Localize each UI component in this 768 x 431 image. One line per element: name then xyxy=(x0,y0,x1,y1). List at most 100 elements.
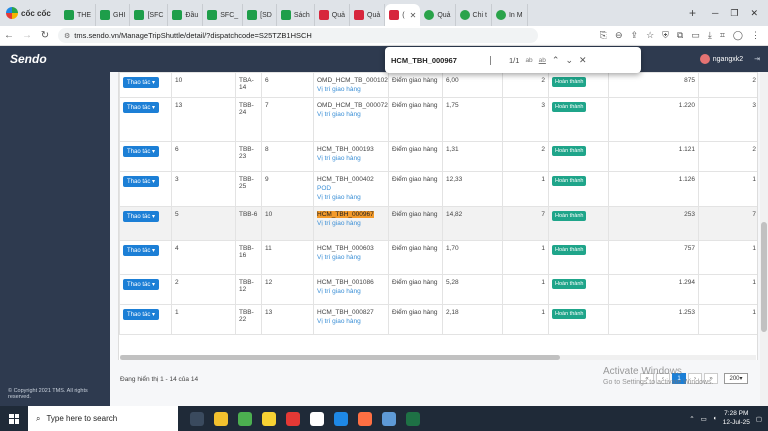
notifications-icon[interactable]: ▢ xyxy=(756,415,762,423)
action-button[interactable]: Thao tác ▾ xyxy=(123,211,160,222)
sequence-cell: 6 xyxy=(261,72,314,98)
horizontal-scroll-thumb[interactable] xyxy=(120,355,560,360)
browser-tab[interactable]: In M xyxy=(492,4,528,26)
vertical-scrollbar[interactable] xyxy=(760,72,768,406)
delivery-location-link[interactable]: Vị trí giao hàng xyxy=(317,111,385,118)
minimize-icon[interactable]: ─ xyxy=(712,8,718,19)
quantity2-cell: 1 xyxy=(698,304,757,335)
tab-favicon-icon xyxy=(134,10,145,20)
horizontal-scrollbar[interactable] xyxy=(120,355,756,360)
order-code-cell: HCM_TBH_001086 Vị trí giao hàng xyxy=(313,274,389,305)
sticky-notes-icon[interactable] xyxy=(262,411,276,426)
excel-icon[interactable] xyxy=(406,411,420,426)
browser-tab[interactable]: Đầu xyxy=(168,4,204,26)
browser-tab[interactable]: Chi t xyxy=(456,4,492,26)
sendo-logo[interactable]: Sendo xyxy=(0,52,47,66)
tray-chevron-icon[interactable]: ⌃ xyxy=(689,415,694,423)
browser-tab[interactable]: [SFC xyxy=(130,4,169,26)
action-button[interactable]: Thao tác ▾ xyxy=(123,309,160,320)
shield-icon[interactable]: ⛨ xyxy=(662,30,669,41)
action-cell: Thao tác ▾ xyxy=(119,171,172,207)
whole-word-toggle[interactable]: ab xyxy=(539,57,546,64)
zoom-icon[interactable]: ⊖ xyxy=(615,30,623,41)
tab-close-icon[interactable]: ✕ xyxy=(410,11,417,20)
sequence-cell: 9 xyxy=(261,171,314,207)
delivery-location-link[interactable]: Vị trí giao hàng xyxy=(317,220,385,227)
start-button[interactable] xyxy=(0,413,28,424)
action-button[interactable]: Thao tác ▾ xyxy=(123,245,160,256)
sidebar-icon[interactable]: ▭ xyxy=(691,30,700,41)
browser-tab[interactable]: SFC_ xyxy=(203,4,244,26)
clock[interactable]: 7:28 PM 12-Jul-25 xyxy=(723,410,750,427)
order-code-cell: HCM_TBH_000827 Vị trí giao hàng xyxy=(313,304,389,335)
edge-icon[interactable] xyxy=(334,411,348,426)
task-view-icon[interactable] xyxy=(190,411,204,426)
vertical-scroll-thumb[interactable] xyxy=(761,222,767,332)
app-red-icon[interactable] xyxy=(286,411,300,426)
action-button[interactable]: Thao tác ▾ xyxy=(123,77,160,88)
action-cell: Thao tác ▾ xyxy=(119,274,172,305)
action-button[interactable]: Thao tác ▾ xyxy=(123,146,160,157)
delivery-location-link[interactable]: Vị trí giao hàng xyxy=(317,318,385,325)
weight-cell: 1,75 xyxy=(442,97,503,142)
sidebar: © Copyright 2021 TMS. All rights reserve… xyxy=(0,72,110,406)
download-icon[interactable]: ⤓ xyxy=(708,30,712,41)
pod-link[interactable]: POD xyxy=(317,185,385,192)
network-icon[interactable]: ▭ xyxy=(701,415,707,423)
app-orange-icon[interactable] xyxy=(358,411,372,426)
profile-icon[interactable]: ◯ xyxy=(733,30,743,41)
volume-icon[interactable]: ◖ xyxy=(713,415,717,422)
delivery-location-link[interactable]: Vị trí giao hàng xyxy=(317,288,385,295)
site-info-icon[interactable]: ⚙ xyxy=(64,32,70,40)
maximize-icon[interactable]: ❐ xyxy=(730,8,738,19)
screenshot-icon[interactable]: ⌗ xyxy=(720,30,725,41)
delivery-location-link[interactable]: Vị trí giao hàng xyxy=(317,86,385,93)
action-button[interactable]: Thao tác ▾ xyxy=(123,279,160,290)
chevron-down-icon[interactable]: ⌄ xyxy=(565,55,573,66)
reload-icon[interactable]: ↻ xyxy=(36,30,54,41)
translate-icon[interactable]: ⎘ xyxy=(600,30,607,41)
url-field[interactable]: ⚙ tms.sendo.vn/ManageTripShuttle/detail/… xyxy=(58,28,538,43)
forward-icon[interactable]: → xyxy=(18,30,36,41)
action-button[interactable]: Thao tác ▾ xyxy=(123,102,160,113)
share-icon[interactable]: ⇪ xyxy=(631,30,639,41)
logout-icon[interactable]: ⇥ xyxy=(754,55,760,63)
stt-cell: 5 xyxy=(171,206,236,241)
tab-favicon-icon xyxy=(64,10,74,20)
browser-tab[interactable]: Quả xyxy=(350,4,386,26)
new-tab-icon[interactable]: + xyxy=(683,6,702,20)
user-menu[interactable]: ngangxk2 ⇥ xyxy=(699,54,768,64)
coccoc-taskbar-icon[interactable] xyxy=(238,411,252,426)
delivery-location-link[interactable]: Vị trí giao hàng xyxy=(317,155,385,162)
bag-code-cell: TBB-25 xyxy=(235,171,262,207)
close-icon[interactable]: ✕ xyxy=(579,55,587,66)
browser-tab[interactable]: [SD xyxy=(243,4,277,26)
browser-tab[interactable]: GHI xyxy=(96,4,131,26)
bookmark-icon[interactable]: ☆ xyxy=(646,30,654,41)
find-input[interactable]: HCM_TBH_000967 xyxy=(391,55,491,65)
back-icon[interactable]: ← xyxy=(0,30,18,41)
taskbar-search[interactable]: ⌕ Type here to search xyxy=(28,406,178,431)
delivery-location-link[interactable]: Vị trí giao hàng xyxy=(317,194,385,201)
app-white-icon[interactable] xyxy=(310,411,324,426)
chevron-up-icon[interactable]: ⌃ xyxy=(552,55,560,66)
close-window-icon[interactable]: ✕ xyxy=(750,8,758,19)
browser-tab[interactable]: Quả xyxy=(420,4,456,26)
action-cell: Thao tác ▾ xyxy=(119,97,172,142)
order-code: OMD_HCM_TB_000072 xyxy=(317,102,388,109)
browser-tab[interactable]: (✕ xyxy=(385,4,421,26)
browser-tab[interactable]: Quả xyxy=(315,4,351,26)
page-size-select[interactable]: 200 ▾ xyxy=(724,373,748,384)
extensions-icon[interactable]: ⧉ xyxy=(677,30,683,41)
delivery-location-link[interactable]: Vị trí giao hàng xyxy=(317,254,385,261)
watermark-subtitle: Go to Settings to activate Windows. xyxy=(603,379,714,386)
file-explorer-icon[interactable] xyxy=(214,411,228,426)
browser-tab[interactable]: Sách xyxy=(277,4,315,26)
menu-icon[interactable]: ⋮ xyxy=(751,30,760,41)
match-case-toggle[interactable]: ab xyxy=(525,57,532,64)
order-code-cell: OMD_HCM_TB_000102 Vị trí giao hàng xyxy=(313,72,389,98)
point-type-cell: Điểm giao hàng xyxy=(388,240,443,275)
browser-tab[interactable]: THE xyxy=(60,4,96,26)
action-button[interactable]: Thao tác ▾ xyxy=(123,176,160,187)
app-blue-icon[interactable] xyxy=(382,411,396,426)
